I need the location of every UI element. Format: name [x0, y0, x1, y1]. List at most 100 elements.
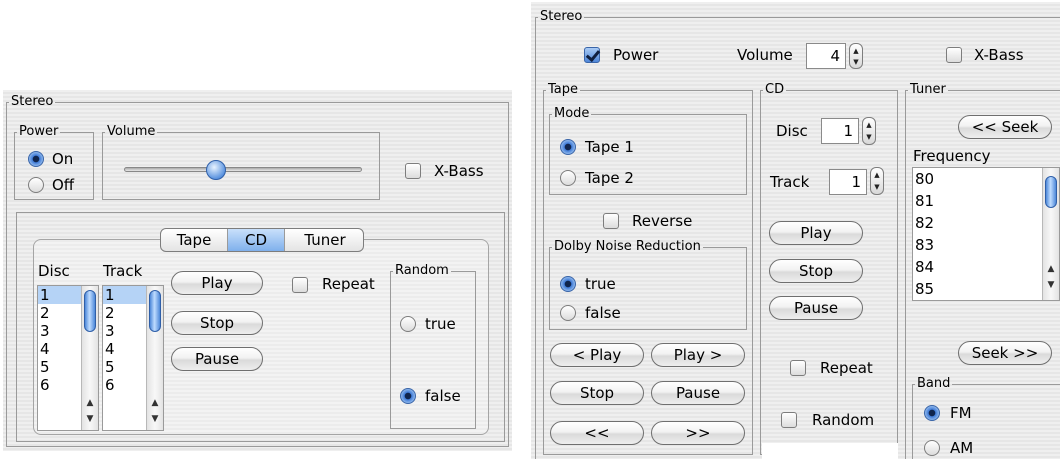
- tape-stop-button[interactable]: Stop: [550, 381, 644, 405]
- right-xbass-checkbox[interactable]: [946, 47, 962, 63]
- list-item[interactable]: 80: [913, 168, 1059, 190]
- cd-track-field[interactable]: 1: [829, 169, 867, 195]
- tape-play-back-button[interactable]: < Play: [550, 343, 644, 367]
- disc-header: Disc: [38, 262, 70, 280]
- scroll-up-arrow-icon[interactable]: ▲: [1043, 264, 1059, 274]
- cd-pause-button-right[interactable]: Pause: [769, 296, 863, 320]
- list-item[interactable]: 81: [913, 190, 1059, 212]
- stepper-down-icon[interactable]: ▼: [863, 133, 875, 141]
- mode-title: Mode: [554, 106, 590, 121]
- cd-title: CD: [765, 82, 785, 97]
- left-repeat-checkbox[interactable]: [292, 277, 308, 293]
- scroll-up-arrow-icon[interactable]: ▲: [82, 398, 98, 408]
- stepper-up-icon[interactable]: ▲: [871, 171, 883, 179]
- dolby-true-label: true: [585, 275, 616, 293]
- right-xbass-label: X-Bass: [974, 46, 1024, 64]
- cd-track-label: Track: [770, 173, 810, 191]
- track-scroll-thumb[interactable]: [149, 290, 161, 332]
- tape2-radio[interactable]: [560, 170, 576, 186]
- list-item[interactable]: 82: [913, 212, 1059, 234]
- frequency-label: Frequency: [913, 147, 991, 165]
- dolby-false-label: false: [585, 304, 621, 322]
- volume-slider-track[interactable]: [124, 167, 362, 172]
- cd-random-label: Random: [812, 411, 875, 429]
- cd-stop-button[interactable]: Stop: [171, 311, 263, 335]
- cd-track-stepper[interactable]: ▲ ▼: [870, 167, 884, 195]
- band-fm-label: FM: [950, 404, 972, 422]
- band-am-label: AM: [950, 439, 974, 457]
- list-item[interactable]: 1: [38, 286, 81, 304]
- cd-disc-field[interactable]: 1: [821, 118, 859, 144]
- stepper-down-icon[interactable]: ▼: [871, 183, 883, 191]
- cd-random-checkbox[interactable]: [781, 412, 797, 428]
- left-xbass-label: X-Bass: [434, 162, 484, 180]
- random-false-radio[interactable]: [400, 388, 416, 404]
- tape-play-forward-button[interactable]: Play >: [651, 343, 745, 367]
- cd-disc-label: Disc: [776, 122, 808, 140]
- tape-rewind-button[interactable]: <<: [550, 421, 644, 445]
- dolby-true-radio[interactable]: [560, 276, 576, 292]
- stepper-up-icon[interactable]: ▲: [863, 121, 875, 129]
- power-on-label: On: [52, 150, 74, 168]
- right-power-checkbox[interactable]: [584, 47, 600, 63]
- tab-tuner[interactable]: Tuner: [285, 229, 363, 251]
- tape-pause-button[interactable]: Pause: [651, 381, 745, 405]
- cd-disc-stepper[interactable]: ▲ ▼: [862, 117, 876, 145]
- list-item[interactable]: 83: [913, 234, 1059, 256]
- power-on-radio[interactable]: [28, 151, 44, 167]
- band-title: Band: [917, 376, 951, 391]
- frequency-list[interactable]: 80 81 82 83 84 85 ▲ ▼: [912, 167, 1060, 301]
- right-volume-field[interactable]: 4: [806, 43, 846, 69]
- scroll-up-arrow-icon[interactable]: ▲: [147, 398, 163, 408]
- scroll-down-arrow-icon[interactable]: ▼: [147, 414, 163, 424]
- cd-stop-button-right[interactable]: Stop: [769, 259, 863, 283]
- right-stereo-title: Stereo: [540, 9, 583, 24]
- right-volume-stepper[interactable]: ▲ ▼: [849, 43, 863, 69]
- band-am-radio[interactable]: [924, 440, 940, 456]
- disc-scrollbar[interactable]: ▲ ▼: [81, 286, 98, 430]
- right-volume-label: Volume: [737, 46, 793, 64]
- frequency-scroll-thumb[interactable]: [1045, 176, 1057, 208]
- reverse-label: Reverse: [632, 212, 693, 230]
- scroll-down-arrow-icon[interactable]: ▼: [82, 414, 98, 424]
- list-item[interactable]: 1: [103, 286, 146, 304]
- mode-group: Mode: [549, 107, 747, 195]
- band-fm-radio[interactable]: [924, 405, 940, 421]
- cd-repeat-checkbox[interactable]: [790, 360, 806, 376]
- volume-slider-thumb[interactable]: [206, 160, 226, 180]
- list-item[interactable]: 85: [913, 278, 1059, 300]
- track-list[interactable]: 1 2 3 4 5 6 ▲ ▼: [102, 285, 164, 431]
- stepper-up-icon[interactable]: ▲: [850, 47, 862, 55]
- tab-cd[interactable]: CD: [228, 229, 285, 251]
- power-off-label: Off: [52, 176, 75, 194]
- tab-tape[interactable]: Tape: [161, 229, 228, 251]
- left-stereo-title: Stereo: [11, 94, 54, 109]
- random-false-label: false: [425, 387, 461, 405]
- power-title: Power: [19, 124, 59, 139]
- cd-play-button[interactable]: Play: [171, 271, 263, 295]
- stepper-down-icon[interactable]: ▼: [850, 58, 862, 66]
- dolby-false-radio[interactable]: [560, 305, 576, 321]
- dolby-group: Dolby Noise Reduction: [549, 240, 747, 330]
- reverse-checkbox[interactable]: [603, 213, 619, 229]
- dolby-title: Dolby Noise Reduction: [554, 239, 701, 254]
- left-xbass-checkbox[interactable]: [405, 163, 421, 179]
- scroll-down-arrow-icon[interactable]: ▼: [1043, 280, 1059, 290]
- cd-repeat-label: Repeat: [820, 359, 873, 377]
- frequency-scrollbar[interactable]: ▲ ▼: [1042, 168, 1059, 300]
- volume-group: Volume: [102, 125, 380, 200]
- power-off-radio[interactable]: [28, 177, 44, 193]
- track-scrollbar[interactable]: ▲ ▼: [146, 286, 163, 430]
- disc-list[interactable]: 1 2 3 4 5 6 ▲ ▼: [37, 285, 99, 431]
- list-item[interactable]: 84: [913, 256, 1059, 278]
- cd-play-button-right[interactable]: Play: [769, 221, 863, 245]
- seek-forward-button[interactable]: Seek >>: [958, 341, 1052, 365]
- disc-scroll-thumb[interactable]: [84, 290, 96, 332]
- tape-fast-forward-button[interactable]: >>: [651, 421, 745, 445]
- random-true-label: true: [425, 315, 456, 333]
- cd-pause-button[interactable]: Pause: [171, 347, 263, 371]
- random-true-radio[interactable]: [400, 316, 416, 332]
- seek-back-button[interactable]: << Seek: [958, 115, 1052, 139]
- track-header: Track: [103, 262, 143, 280]
- tape1-radio[interactable]: [560, 139, 576, 155]
